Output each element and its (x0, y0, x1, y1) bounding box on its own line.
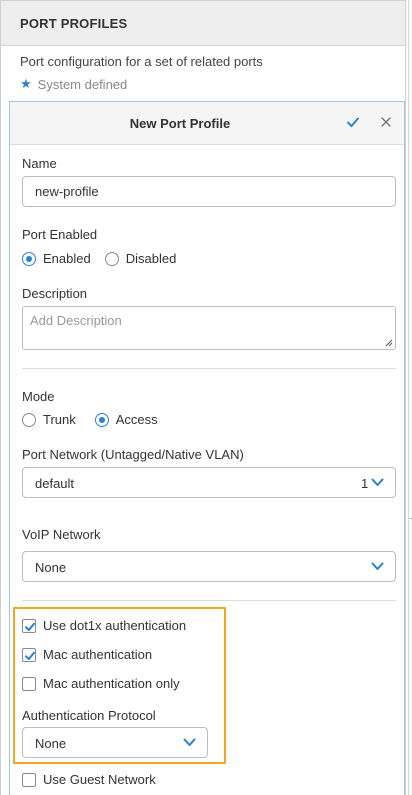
port-enabled-option-enabled[interactable]: Enabled (22, 251, 91, 266)
port-network-select[interactable]: default 1 (22, 467, 396, 498)
port-enabled-label: Port Enabled (22, 227, 98, 242)
section-divider (22, 368, 396, 369)
description-textarea[interactable] (22, 306, 396, 350)
system-defined-legend: ★ System defined (20, 76, 127, 92)
panel-title: New Port Profile (129, 116, 231, 131)
mac-auth-checkbox[interactable]: Mac authentication (22, 647, 152, 662)
card-header: PORT PROFILES (1, 1, 405, 46)
checkbox-checked-icon (22, 618, 36, 633)
voip-network-select[interactable]: None (22, 551, 396, 582)
name-input[interactable] (22, 176, 396, 207)
chevron-down-icon (183, 738, 196, 746)
mode-option-access[interactable]: Access (94, 412, 158, 427)
radio-unselected-icon (22, 412, 36, 427)
use-dot1x-checkbox[interactable]: Use dot1x authentication (22, 618, 186, 633)
scrollbar-track[interactable] (408, 0, 409, 795)
system-defined-label: System defined (37, 76, 128, 92)
port-network-count: 1 (361, 476, 369, 491)
auth-protocol-label: Authentication Protocol (22, 708, 156, 723)
mode-radio-group: Trunk Access (22, 412, 158, 427)
chevron-down-icon (371, 562, 384, 570)
checkbox-unchecked-icon (22, 772, 36, 787)
chevron-down-icon (371, 478, 384, 486)
port-network-label: Port Network (Untagged/Native VLAN) (22, 447, 244, 462)
name-label: Name (22, 156, 57, 171)
description-label: Description (22, 286, 88, 301)
checkbox-checked-icon (22, 647, 36, 662)
card-title: PORT PROFILES (20, 16, 128, 31)
radio-selected-icon (94, 412, 109, 427)
port-profiles-card: PORT PROFILES Port configuration for a s… (0, 0, 406, 795)
auth-protocol-value: None (35, 736, 67, 751)
radio-unselected-icon (104, 251, 119, 266)
check-icon[interactable] (346, 115, 360, 129)
section-divider (22, 600, 396, 601)
radio-selected-icon (22, 251, 36, 266)
new-port-profile-panel: New Port Profile Name Port Enabled Enabl… (9, 101, 405, 795)
voip-network-value: None (35, 560, 67, 575)
mode-option-trunk[interactable]: Trunk (22, 412, 76, 427)
guest-network-checkbox[interactable]: Use Guest Network (22, 772, 156, 787)
mode-label: Mode (22, 389, 55, 404)
close-icon[interactable] (380, 116, 392, 128)
resize-grip-icon[interactable] (385, 339, 393, 347)
port-enabled-option-disabled[interactable]: Disabled (104, 251, 176, 266)
voip-network-label: VoIP Network (22, 527, 101, 542)
card-subtitle: Port configuration for a set of related … (20, 54, 263, 69)
mac-auth-only-checkbox[interactable]: Mac authentication only (22, 676, 180, 691)
port-enabled-radio-group: Enabled Disabled (22, 251, 176, 266)
port-network-value: default (35, 476, 75, 491)
checkbox-unchecked-icon (22, 676, 36, 691)
panel-header: New Port Profile (10, 102, 404, 145)
auth-protocol-select[interactable]: None (22, 727, 208, 758)
star-icon: ★ (20, 76, 32, 91)
